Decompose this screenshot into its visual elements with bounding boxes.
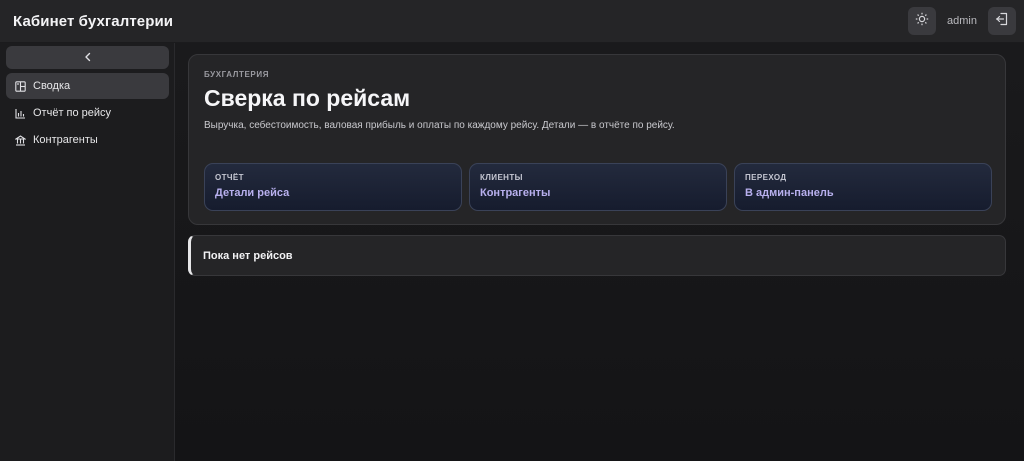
- topbar-actions: admin: [908, 7, 1016, 35]
- card-kicker: КЛИЕНТЫ: [480, 173, 523, 182]
- empty-state: Пока нет рейсов: [188, 235, 1006, 276]
- bar-chart-icon: [15, 108, 26, 119]
- card-kicker: ПЕРЕХОД: [745, 173, 787, 182]
- card-title: Детали рейса: [215, 187, 290, 199]
- sidebar-item-trip-report[interactable]: Отчёт по рейсу: [6, 100, 169, 126]
- bank-icon: [15, 134, 26, 146]
- user-name: admin: [947, 15, 977, 27]
- sidebar-collapse-button[interactable]: [6, 46, 169, 69]
- theme-toggle-button[interactable]: [908, 7, 937, 35]
- card-title: В админ-панель: [745, 187, 834, 199]
- chevron-left-icon: [83, 49, 93, 67]
- sun-icon: [915, 12, 929, 31]
- sidebar-item-label: Сводка: [33, 80, 71, 92]
- card-kicker: ОТЧЁТ: [215, 173, 244, 182]
- card-contractors[interactable]: КЛИЕНТЫ Контрагенты: [469, 163, 727, 211]
- empty-state-text: Пока нет рейсов: [203, 249, 293, 262]
- card-trip-details[interactable]: ОТЧЁТ Детали рейса: [204, 163, 462, 211]
- section-eyebrow: БУХГАЛТЕРИЯ: [204, 70, 270, 79]
- card-title: Контрагенты: [480, 187, 551, 199]
- page-description: Выручка, себестоимость, валовая прибыль …: [204, 120, 675, 131]
- main-content: БУХГАЛТЕРИЯ Сверка по рейсам Выручка, се…: [175, 43, 1024, 461]
- card-admin-panel[interactable]: ПЕРЕХОД В админ-панель: [734, 163, 992, 211]
- sidebar-item-label: Контрагенты: [33, 134, 98, 146]
- app-title: Кабинет бухгалтерии: [13, 12, 174, 30]
- sidebar-item-summary[interactable]: Сводка: [6, 73, 169, 99]
- sidebar-item-contractors[interactable]: Контрагенты: [6, 127, 169, 153]
- logout-icon: [995, 12, 1009, 31]
- logout-button[interactable]: [988, 7, 1016, 35]
- summary-icon: [15, 80, 26, 92]
- hero-panel: БУХГАЛТЕРИЯ Сверка по рейсам Выручка, се…: [188, 54, 1006, 225]
- sidebar-item-label: Отчёт по рейсу: [33, 107, 112, 119]
- page-title: Сверка по рейсам: [204, 85, 411, 111]
- top-bar: Кабинет бухгалтерии admin: [0, 0, 1024, 43]
- quick-links: ОТЧЁТ Детали рейса КЛИЕНТЫ Контрагенты П…: [204, 163, 992, 211]
- sidebar: Сводка Отчёт по рейсу Контрагенты: [0, 43, 175, 461]
